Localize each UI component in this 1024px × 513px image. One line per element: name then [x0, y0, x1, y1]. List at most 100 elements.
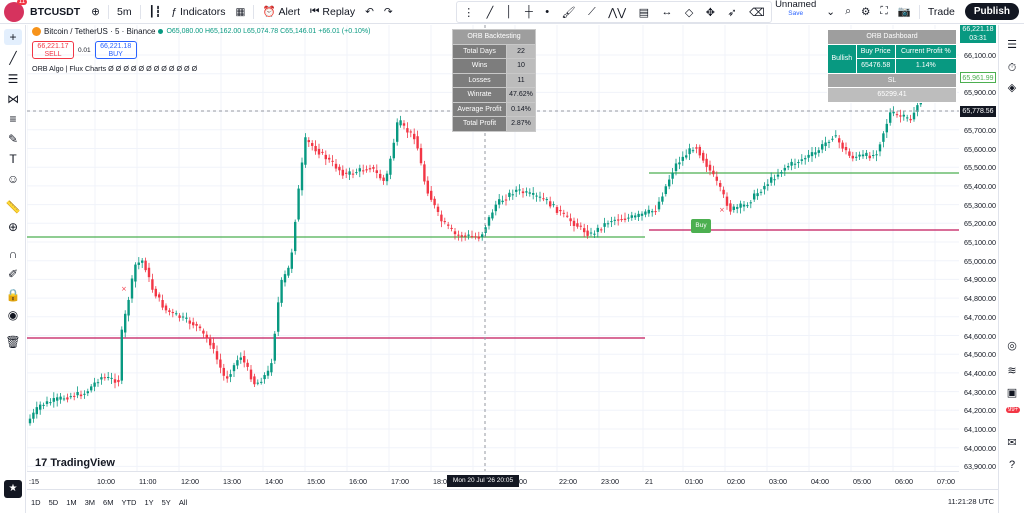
horizontal-lines-tool-icon[interactable]: ☰ — [4, 71, 22, 87]
candle-body — [345, 172, 348, 174]
undo-icon[interactable]: ↶ — [360, 0, 379, 24]
emoji-tool-icon[interactable]: ☺ — [4, 171, 22, 187]
range-button-1d[interactable]: 1D — [27, 498, 45, 507]
trade-button[interactable]: Trade — [923, 0, 960, 24]
cross-move-icon[interactable]: ✥ — [706, 6, 715, 19]
candle-body — [151, 279, 154, 290]
chart-type-icon[interactable]: ┃┇ — [144, 0, 167, 24]
candle-body — [807, 154, 810, 158]
candle-body — [878, 144, 882, 152]
price-axis[interactable]: 66,100.0066,000.0065,900.0065,800.0065,7… — [959, 25, 998, 471]
candle-body — [661, 196, 664, 202]
price-tick: 65,300.00 — [964, 200, 996, 210]
candle-body — [634, 215, 637, 218]
crosshair-tool-icon[interactable]: + — [4, 29, 22, 45]
candle-body — [294, 221, 297, 252]
range-button-ytd[interactable]: YTD — [117, 498, 140, 507]
cursor-icon[interactable]: ➶ — [727, 6, 736, 19]
alerts-clock-icon[interactable]: ⏱ — [1004, 60, 1020, 76]
diamond-icon[interactable]: ◇ — [685, 6, 693, 19]
trash-icon[interactable]: 🗑 — [4, 334, 22, 350]
redo-icon[interactable]: ↷ — [379, 0, 398, 24]
magnet-icon[interactable]: ∩ — [4, 246, 22, 262]
dot-icon[interactable]: • — [545, 6, 549, 18]
buy-button[interactable]: 66,221.18 BUY — [94, 41, 137, 59]
candle-body — [249, 369, 253, 380]
timeframe-button[interactable]: 5m — [112, 0, 137, 24]
crosshair-icon[interactable]: ┼ — [525, 6, 533, 18]
candle-body — [447, 224, 450, 226]
tradingview-logo: 17 TradingView — [35, 457, 115, 469]
sell-button[interactable]: 66,221.17 SELL — [32, 41, 74, 59]
candle-body — [399, 120, 402, 126]
eye-icon[interactable]: ◉ — [4, 307, 22, 323]
candle-body — [147, 267, 151, 278]
range-button-5d[interactable]: 5D — [45, 498, 63, 507]
indicators-button[interactable]: ƒ Indicators — [166, 0, 230, 24]
user-avatar[interactable]: 11 — [4, 0, 27, 22]
candle-body — [814, 152, 817, 155]
compare-icon[interactable]: ⊕ — [86, 0, 105, 24]
zigzag-icon[interactable]: ⋀⋁ — [608, 6, 626, 19]
brush-icon[interactable]: 🖌 — [562, 6, 576, 19]
candle-body — [664, 186, 667, 195]
trend-line-icon[interactable]: ╱ — [487, 6, 494, 19]
camera-icon[interactable]: 📷 — [893, 0, 916, 24]
range-button-all[interactable]: All — [175, 498, 191, 507]
buy-price-header: Buy Price — [855, 43, 896, 59]
time-tick: 02:00 — [727, 477, 745, 486]
candle-body — [168, 310, 171, 312]
range-button-1y[interactable]: 1Y — [140, 498, 157, 507]
utc-clock[interactable]: 11:21:28 UTC — [948, 497, 994, 506]
chat-icon[interactable]: ✉ — [1004, 435, 1020, 451]
quick-search-icon[interactable]: ⌕ — [840, 0, 856, 24]
range-button-1m[interactable]: 1M — [62, 498, 80, 507]
indicator-legend[interactable]: ORB Algo | Flux Charts Ø Ø Ø Ø Ø Ø Ø Ø Ø… — [32, 64, 197, 73]
fib-tool-icon[interactable]: ≡ — [4, 111, 22, 127]
fullscreen-icon[interactable]: ⛶ — [875, 0, 892, 24]
layers-icon[interactable]: ◈ — [1004, 80, 1020, 96]
path-icon[interactable]: ⟋ — [588, 6, 596, 19]
zoom-in-icon[interactable]: ⊕ — [4, 219, 22, 235]
candle-body — [766, 184, 769, 186]
calendar-icon[interactable]: ▣ — [1004, 385, 1020, 401]
layout-name: Unnamed — [775, 0, 817, 10]
range-button-5y[interactable]: 5Y — [158, 498, 175, 507]
range-button-3m[interactable]: 3M — [81, 498, 99, 507]
layout-name-button[interactable]: Unnamed Save — [770, 0, 821, 24]
bars-icon[interactable]: ▤ — [639, 6, 649, 19]
candle-body — [379, 173, 382, 179]
layouts-icon[interactable]: ▦ — [231, 0, 251, 24]
eraser-icon[interactable]: ⌫ — [749, 6, 765, 19]
symbol-title[interactable]: Bitcoin / TetherUS · 5 · Binance — [44, 27, 155, 36]
watchlist-icon[interactable]: ☰ — [1004, 37, 1020, 53]
lock-drawing-icon[interactable]: ✐ — [4, 266, 22, 282]
trendline-tool-icon[interactable]: ╱ — [4, 50, 22, 66]
vertical-line-icon[interactable]: │ — [506, 6, 513, 18]
buy-price: 66,221.18 — [100, 43, 132, 50]
brush-tool-icon[interactable]: ✎ — [4, 131, 22, 147]
drag-handle-icon[interactable]: ⋮ — [463, 6, 474, 19]
settings-gear-icon[interactable]: ⚙ — [856, 0, 875, 24]
ruler-tool-icon[interactable]: 📏 — [4, 199, 22, 215]
time-tick: :15 — [29, 477, 39, 486]
alert-button[interactable]: ⏰ Alert — [257, 0, 305, 24]
help-icon[interactable]: ? — [1004, 457, 1020, 473]
range-button-6m[interactable]: 6M — [99, 498, 117, 507]
candle-body — [508, 192, 511, 197]
target-icon[interactable]: ◎ — [1004, 338, 1020, 354]
text-tool-icon[interactable]: T — [4, 151, 22, 167]
candle-body — [885, 123, 888, 133]
publish-button[interactable]: Publish — [964, 3, 1019, 20]
candle-body — [562, 212, 565, 214]
lock-icon[interactable]: 🔒 — [4, 287, 22, 303]
pattern-tool-icon[interactable]: ⋈ — [4, 91, 22, 107]
chevron-down-icon[interactable]: ⌄ — [821, 0, 840, 24]
symbol-search-button[interactable]: BTCUSDT — [24, 0, 86, 24]
replay-button[interactable]: ⏮ Replay — [305, 0, 360, 24]
candle-body — [545, 199, 548, 201]
arrows-icon[interactable]: ↔ — [661, 6, 672, 18]
candle-body — [528, 192, 531, 194]
signal-icon[interactable]: ≋ — [1004, 363, 1020, 379]
favorites-star-icon[interactable]: ★ — [4, 480, 22, 498]
